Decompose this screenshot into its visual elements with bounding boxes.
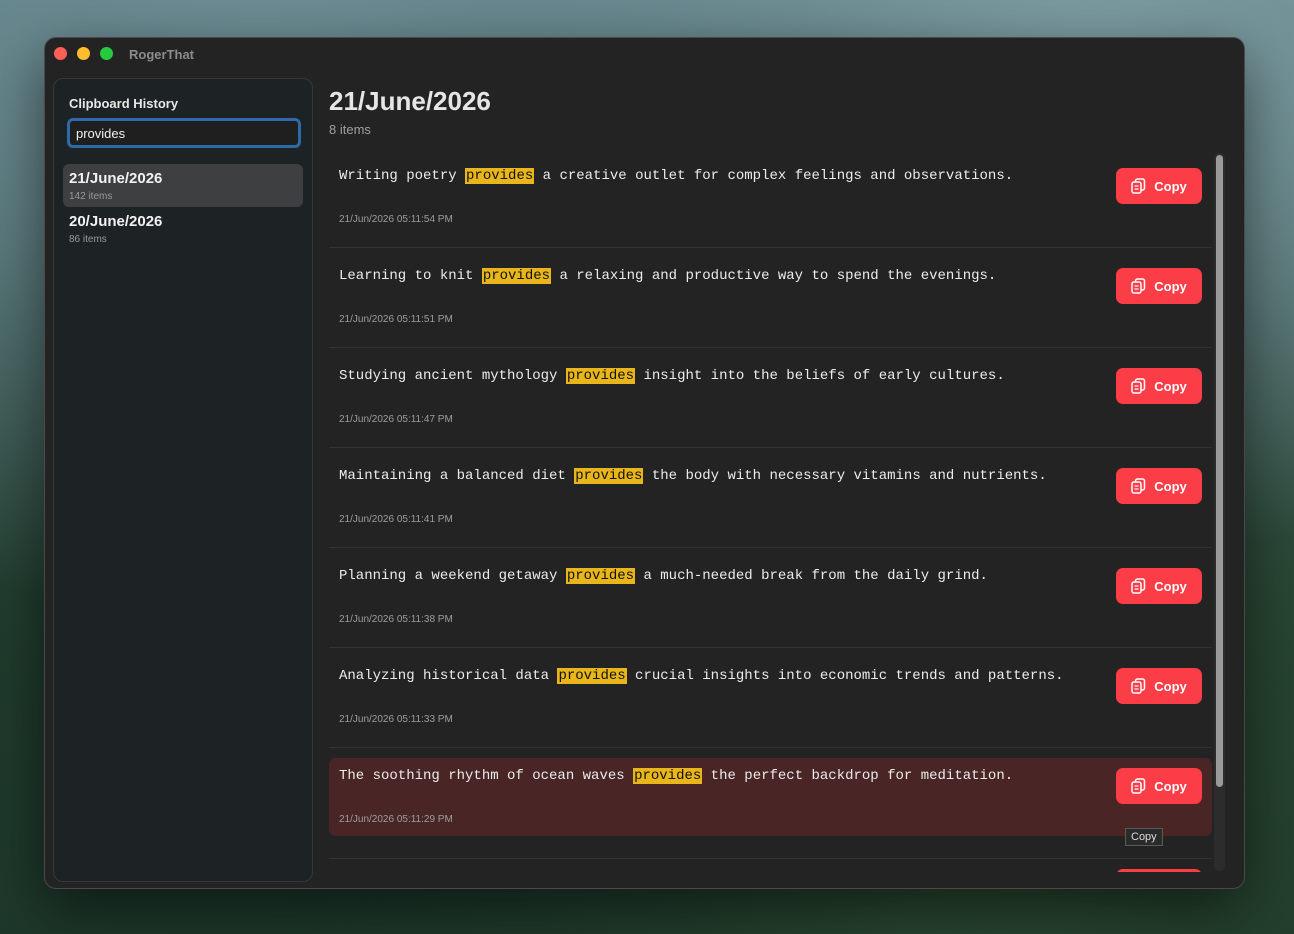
- copy-button[interactable]: Copy: [1116, 368, 1202, 404]
- clipboard-item-text: Studying ancient mythology provides insi…: [339, 368, 1005, 384]
- clipboard-item-text: Writing poetry provides a creative outle…: [339, 168, 1014, 184]
- copy-icon: [1131, 178, 1146, 194]
- clipboard-item-partial[interactable]: [329, 858, 1212, 872]
- close-window-button[interactable]: [54, 47, 67, 60]
- clipboard-item-timestamp: 21/Jun/2026 05:11:29 PM: [339, 814, 453, 825]
- clipboard-item-hovered[interactable]: The soothing rhythm of ocean waves provi…: [329, 758, 1212, 836]
- clipboard-item[interactable]: Analyzing historical data provides cruci…: [329, 648, 1212, 748]
- sidebar: Clipboard History 21/June/2026 142 items…: [53, 78, 313, 882]
- sidebar-item-date-group[interactable]: 21/June/2026 142 items: [63, 164, 303, 207]
- clipboard-item-timestamp: 21/Jun/2026 05:11:41 PM: [339, 514, 453, 525]
- clipboard-item[interactable]: Maintaining a balanced diet provides the…: [329, 448, 1212, 548]
- copy-button-label: Copy: [1154, 678, 1187, 694]
- copy-button-label: Copy: [1154, 278, 1187, 294]
- copy-button[interactable]: Copy: [1116, 668, 1202, 704]
- scrollbar-thumb[interactable]: [1216, 155, 1223, 787]
- clipboard-item-timestamp: 21/Jun/2026 05:11:33 PM: [339, 714, 453, 725]
- copy-icon: [1131, 678, 1146, 694]
- clipboard-item-timestamp: 21/Jun/2026 05:11:38 PM: [339, 614, 453, 625]
- search-highlight: provides: [574, 468, 644, 484]
- search-input[interactable]: [70, 121, 298, 145]
- list-scrollbar[interactable]: [1214, 153, 1225, 871]
- copy-icon: [1131, 478, 1146, 494]
- copy-icon: [1131, 378, 1146, 394]
- group-count-label: 86 items: [69, 234, 107, 245]
- sidebar-item-date-group[interactable]: 20/June/2026 86 items: [63, 207, 303, 250]
- title-bar: RogerThat: [45, 38, 1244, 72]
- copy-button[interactable]: [1116, 869, 1202, 872]
- search-highlight: provides: [565, 368, 636, 384]
- copy-button-label: Copy: [1154, 378, 1187, 394]
- search-highlight: provides: [565, 568, 636, 584]
- clipboard-item[interactable]: Planning a weekend getaway provides a mu…: [329, 548, 1212, 648]
- sidebar-title: Clipboard History: [69, 96, 179, 111]
- clipboard-item-text: Maintaining a balanced diet provides the…: [339, 468, 1047, 484]
- minimize-window-button[interactable]: [77, 47, 90, 60]
- group-date-label: 21/June/2026: [69, 170, 163, 187]
- copy-button-label: Copy: [1154, 178, 1187, 194]
- page-title: 21/June/2026: [329, 86, 491, 116]
- copy-button[interactable]: Copy: [1116, 268, 1202, 304]
- search-highlight: provides: [465, 168, 535, 184]
- copy-button[interactable]: Copy: [1116, 768, 1202, 804]
- clipboard-item-text: The soothing rhythm of ocean waves provi…: [339, 768, 1014, 784]
- copy-button[interactable]: Copy: [1116, 568, 1202, 604]
- clipboard-item-text: Analyzing historical data provides cruci…: [339, 668, 1064, 684]
- copy-icon: [1131, 578, 1146, 594]
- clipboard-item-timestamp: 21/Jun/2026 05:11:47 PM: [339, 414, 453, 425]
- clipboard-item-timestamp: 21/Jun/2026 05:11:54 PM: [339, 214, 453, 225]
- copy-button-label: Copy: [1154, 478, 1187, 494]
- item-count-label: 8 items: [329, 122, 371, 137]
- clipboard-item-text: Planning a weekend getaway provides a mu…: [339, 568, 988, 584]
- copy-icon: [1131, 278, 1146, 294]
- copy-button[interactable]: Copy: [1116, 168, 1202, 204]
- clipboard-item-text: Learning to knit provides a relaxing and…: [339, 268, 997, 284]
- app-window: RogerThat Clipboard History 21/June/2026…: [44, 37, 1245, 889]
- copy-button-label: Copy: [1154, 778, 1187, 794]
- copy-button-label: Copy: [1154, 578, 1187, 594]
- zoom-window-button[interactable]: [100, 47, 113, 60]
- copy-button[interactable]: Copy: [1116, 468, 1202, 504]
- clipboard-item-list: Writing poetry provides a creative outle…: [329, 148, 1212, 872]
- clipboard-item[interactable]: Studying ancient mythology provides insi…: [329, 348, 1212, 448]
- search-highlight: provides: [633, 768, 703, 784]
- search-field[interactable]: [67, 118, 301, 148]
- clipboard-item[interactable]: Learning to knit provides a relaxing and…: [329, 248, 1212, 348]
- search-highlight: provides: [481, 268, 552, 284]
- copy-tooltip: Copy: [1125, 828, 1163, 846]
- group-count-label: 142 items: [69, 191, 113, 202]
- group-date-label: 20/June/2026: [69, 213, 163, 230]
- app-title: RogerThat: [129, 47, 194, 62]
- clipboard-item[interactable]: Writing poetry provides a creative outle…: [329, 148, 1212, 248]
- clipboard-item-timestamp: 21/Jun/2026 05:11:51 PM: [339, 314, 453, 325]
- search-highlight: provides: [557, 668, 627, 684]
- copy-icon: [1131, 778, 1146, 794]
